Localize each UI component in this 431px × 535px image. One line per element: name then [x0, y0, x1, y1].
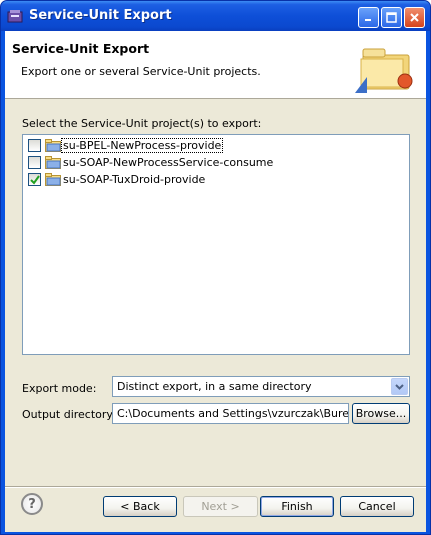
export-mode-value: Distinct export, in a same directory — [117, 380, 312, 393]
back-button[interactable]: < Back — [103, 496, 177, 517]
project-label: su-BPEL-NewProcess-provide — [60, 138, 224, 153]
dialog-window: Service-Unit Export Service-Unit Export … — [0, 0, 431, 535]
cancel-button[interactable]: Cancel — [340, 496, 414, 517]
project-checkbox[interactable] — [28, 173, 41, 186]
project-label: su-SOAP-TuxDroid-provide — [63, 173, 206, 186]
close-icon — [410, 13, 419, 22]
folder-icon — [45, 139, 61, 152]
projects-label: Select the Service-Unit project(s) to ex… — [22, 117, 262, 130]
project-checkbox[interactable] — [28, 156, 41, 169]
checkmark-icon — [29, 174, 40, 185]
minimize-button[interactable] — [358, 7, 379, 28]
dialog-body: Service-Unit Export Export one or severa… — [5, 31, 426, 532]
export-folder-icon — [355, 48, 413, 93]
project-checkbox[interactable] — [28, 139, 41, 152]
help-icon[interactable]: ? — [21, 493, 43, 515]
close-button[interactable] — [404, 7, 425, 28]
chevron-down-icon — [395, 383, 404, 390]
next-button[interactable]: Next > — [183, 496, 258, 517]
minimize-icon — [365, 19, 371, 21]
dropdown-button[interactable] — [391, 378, 408, 395]
window-title: Service-Unit Export — [29, 8, 172, 23]
list-item[interactable]: su-SOAP-NewProcessService-consume — [28, 154, 274, 171]
list-item[interactable]: su-BPEL-NewProcess-provide — [28, 137, 224, 154]
title-bar[interactable]: Service-Unit Export — [1, 1, 430, 31]
eclipse-app-icon — [7, 10, 23, 23]
maximize-icon — [386, 12, 397, 23]
list-item[interactable]: su-SOAP-TuxDroid-provide — [28, 171, 206, 188]
finish-button[interactable]: Finish — [260, 496, 334, 517]
page-title: Service-Unit Export — [12, 41, 150, 56]
output-directory-field[interactable]: C:\Documents and Settings\vzurczak\Burea… — [112, 403, 349, 424]
maximize-button[interactable] — [381, 7, 402, 28]
browse-button[interactable]: Browse... — [352, 403, 410, 424]
folder-icon — [45, 173, 61, 186]
page-description: Export one or several Service-Unit proje… — [21, 65, 261, 78]
export-mode-select[interactable]: Distinct export, in a same directory — [112, 376, 410, 397]
folder-icon — [45, 156, 61, 169]
export-mode-label: Export mode: — [22, 382, 97, 395]
project-label: su-SOAP-NewProcessService-consume — [63, 156, 274, 169]
wizard-header: Service-Unit Export Export one or severa… — [5, 31, 426, 99]
footer-separator — [5, 486, 426, 488]
projects-list[interactable]: su-BPEL-NewProcess-provide su-SOAP-NewPr… — [22, 134, 410, 355]
output-directory-label: Output directory: — [22, 408, 116, 421]
